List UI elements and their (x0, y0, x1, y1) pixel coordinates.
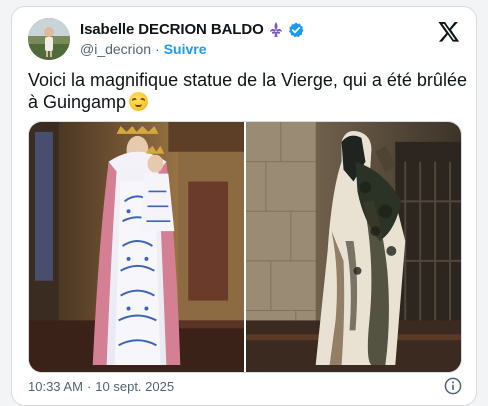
info-icon[interactable] (444, 377, 462, 395)
media-gallery (28, 121, 462, 373)
tweet-body: Voici la magnifique statue de la Vierge,… (28, 70, 467, 112)
statue-before-image (29, 122, 244, 372)
avatar[interactable] (28, 18, 70, 60)
author-handle[interactable]: @i_decrion (80, 41, 151, 57)
x-logo-icon[interactable] (438, 22, 460, 42)
tweet-date[interactable]: 10 sept. 2025 (95, 379, 174, 394)
photo-statue-before[interactable] (29, 122, 244, 372)
verified-badge-icon (288, 22, 304, 38)
tweet-time[interactable]: 10:33 AM (28, 379, 83, 394)
fleur-de-lis-icon (269, 21, 283, 38)
author-name[interactable]: Isabelle DECRION BALDO (80, 21, 264, 38)
avatar-image (28, 18, 70, 60)
photo-statue-burned[interactable] (246, 122, 461, 372)
follow-button[interactable]: Suivre (164, 41, 207, 57)
face-with-steam-from-nose-icon (129, 92, 149, 111)
statue-burned-image (246, 122, 461, 372)
tweet-card[interactable]: Isabelle DECRION BALDO @i_decrion · Suiv… (11, 6, 477, 406)
handle-separator: · (155, 41, 160, 57)
meta-separator: · (86, 379, 92, 394)
tweet-text: Voici la magnifique statue de la Vierge,… (28, 69, 468, 113)
